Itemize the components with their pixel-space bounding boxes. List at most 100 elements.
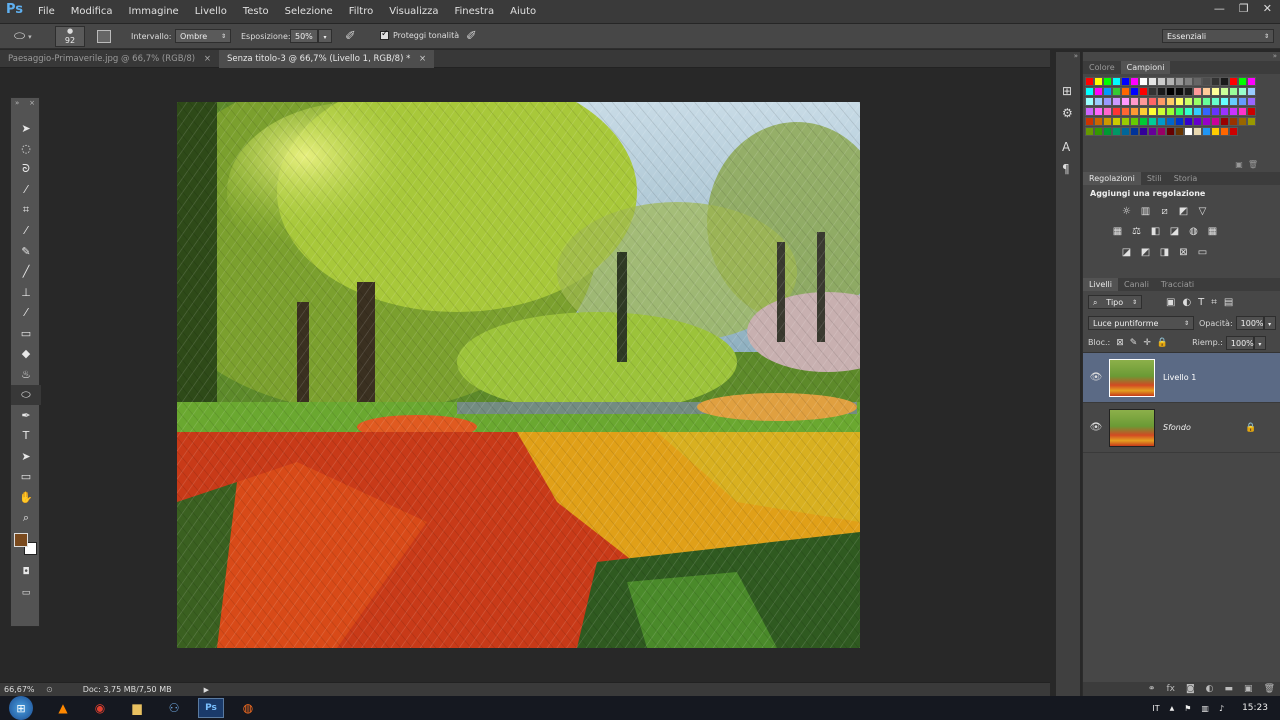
airbrush-icon[interactable]: ✐ (345, 29, 356, 44)
color-swatch[interactable] (1193, 87, 1202, 96)
layer-name[interactable]: Livello 1 (1163, 373, 1196, 382)
color-swatch[interactable] (1193, 77, 1202, 86)
color-swatch[interactable] (1220, 77, 1229, 86)
color-swatch[interactable] (1157, 77, 1166, 86)
tool-quick-select[interactable]: ⁄ (11, 180, 41, 201)
color-swatch[interactable] (1166, 107, 1175, 116)
color-swatch[interactable] (1247, 107, 1256, 116)
tool-type[interactable]: T (11, 426, 41, 447)
color-swatch[interactable] (1139, 117, 1148, 126)
tool-healing[interactable]: ✎ (11, 241, 41, 262)
menu-filtro[interactable]: Filtro (341, 0, 382, 24)
close-button[interactable]: ✕ (1263, 2, 1272, 15)
color-swatch[interactable] (1184, 97, 1193, 106)
clock[interactable]: 15:23 (1242, 703, 1268, 713)
color-swatch[interactable] (1094, 87, 1103, 96)
opacity-slider-toggle[interactable]: ▾ (1263, 316, 1276, 330)
visibility-eye-icon[interactable]: 👁 (1083, 422, 1109, 433)
color-swatch[interactable] (1121, 117, 1130, 126)
fx-icon[interactable]: fx (1166, 684, 1175, 694)
explorer-icon[interactable]: ▆ (124, 698, 150, 718)
range-select[interactable]: Ombre ⇕ (175, 29, 231, 43)
tab-canali[interactable]: Canali (1118, 278, 1155, 291)
color-swatch[interactable] (1175, 117, 1184, 126)
properties-panel-icon[interactable]: ⚙ (1062, 102, 1080, 124)
color-swatch[interactable] (1094, 107, 1103, 116)
color-swatch[interactable] (1112, 107, 1121, 116)
close-icon[interactable]: × (204, 54, 211, 64)
color-swatch[interactable] (1175, 127, 1184, 136)
color-swatch[interactable] (1121, 107, 1130, 116)
color-swatch[interactable] (1175, 77, 1184, 86)
document-canvas-image[interactable] (177, 102, 860, 648)
tab-senza-titolo[interactable]: Senza titolo-3 @ 66,7% (Livello 1, RGB/8… (218, 49, 435, 68)
color-swatch[interactable] (1247, 117, 1256, 126)
color-swatch[interactable] (1103, 127, 1112, 136)
color-swatch[interactable] (1139, 97, 1148, 106)
brush-size-picker[interactable]: ● 92 (55, 26, 85, 47)
tab-storia[interactable]: Storia (1168, 172, 1204, 185)
paragraph-panel-icon[interactable]: ¶ (1062, 158, 1080, 180)
color-swatch[interactable] (1094, 117, 1103, 126)
color-swatch[interactable] (1247, 77, 1256, 86)
color-swatch[interactable] (1112, 127, 1121, 136)
color-swatch[interactable] (1193, 117, 1202, 126)
color-swatch[interactable] (1211, 107, 1220, 116)
layer-row-sfondo[interactable]: 👁 Sfondo 🔒 (1083, 403, 1280, 453)
tool-history-brush[interactable]: ⁄ (11, 303, 41, 324)
color-swatch[interactable] (1211, 117, 1220, 126)
color-swatch[interactable] (1229, 127, 1238, 136)
color-swatch[interactable] (1238, 97, 1247, 106)
curves-icon[interactable]: ⧄ (1159, 206, 1170, 217)
color-swatch[interactable] (1184, 87, 1193, 96)
tool-stamp[interactable]: ⊥ (11, 282, 41, 303)
lock-icons[interactable]: ⊠✎✛🔒 (1116, 338, 1174, 348)
color-swatch[interactable] (1103, 117, 1112, 126)
folder-icon[interactable]: ▬ (1225, 684, 1234, 694)
tab-tracciati[interactable]: Tracciati (1155, 278, 1200, 291)
fill-slider-toggle[interactable]: ▾ (1253, 335, 1266, 350)
zoom-level[interactable]: 66,67% (4, 685, 40, 694)
color-swatch[interactable] (1139, 87, 1148, 96)
color-swatch[interactable] (1238, 87, 1247, 96)
tool-dodge[interactable]: ⬭ (11, 384, 41, 405)
trash-icon[interactable]: 🗑 (1248, 160, 1258, 169)
layer-filter-icons[interactable]: ▣◐T⌗▤ (1166, 297, 1240, 308)
color-swatch[interactable] (1220, 97, 1229, 106)
color-swatch[interactable] (1211, 87, 1220, 96)
color-swatch[interactable] (1166, 117, 1175, 126)
color-swatch[interactable] (1166, 127, 1175, 136)
vlc-icon[interactable]: ▲ (50, 698, 76, 718)
color-swatch[interactable] (1211, 97, 1220, 106)
minimize-button[interactable]: — (1214, 2, 1225, 15)
workspace-select[interactable]: Essenziali ⇕ (1162, 29, 1274, 43)
color-swatch[interactable] (1247, 97, 1256, 106)
levels-icon[interactable]: ▥ (1140, 206, 1151, 217)
color-swatch[interactable] (1166, 97, 1175, 106)
quick-mask-button[interactable]: ◘ (11, 562, 41, 583)
color-swatch[interactable] (1220, 117, 1229, 126)
collapse-icon[interactable]: » (15, 98, 19, 118)
color-swatch[interactable] (1085, 77, 1094, 86)
color-swatch[interactable] (1148, 127, 1157, 136)
blend-mode-select[interactable]: Luce puntiforme ⇕ (1088, 316, 1194, 330)
black-white-icon[interactable]: ◧ (1150, 226, 1161, 237)
adjustment-layer-icon[interactable]: ◐ (1206, 684, 1214, 694)
color-swatch[interactable] (1130, 97, 1139, 106)
selective-color-icon[interactable]: ⊠ (1178, 247, 1189, 258)
tool-hand[interactable]: ✋ (11, 487, 41, 508)
color-swatch[interactable] (1157, 117, 1166, 126)
visibility-eye-icon[interactable]: 👁 (1083, 372, 1109, 383)
exposure-field[interactable]: 50% (290, 29, 318, 43)
vibrance-icon[interactable]: ▽ (1197, 206, 1208, 217)
color-swatch[interactable] (1175, 107, 1184, 116)
tab-regolazioni[interactable]: Regolazioni (1083, 172, 1141, 185)
color-swatch[interactable] (1121, 77, 1130, 86)
color-swatch[interactable] (1139, 77, 1148, 86)
new-swatch-icon[interactable]: ▣ (1235, 160, 1243, 169)
trash-icon[interactable]: 🗑 (1264, 684, 1275, 694)
pressure-size-icon[interactable]: ✐ (466, 29, 477, 44)
invert-icon[interactable]: ◪ (1121, 247, 1132, 258)
tool-eraser[interactable]: ▭ (11, 323, 41, 344)
hue-saturation-icon[interactable]: ▦ (1112, 226, 1123, 237)
